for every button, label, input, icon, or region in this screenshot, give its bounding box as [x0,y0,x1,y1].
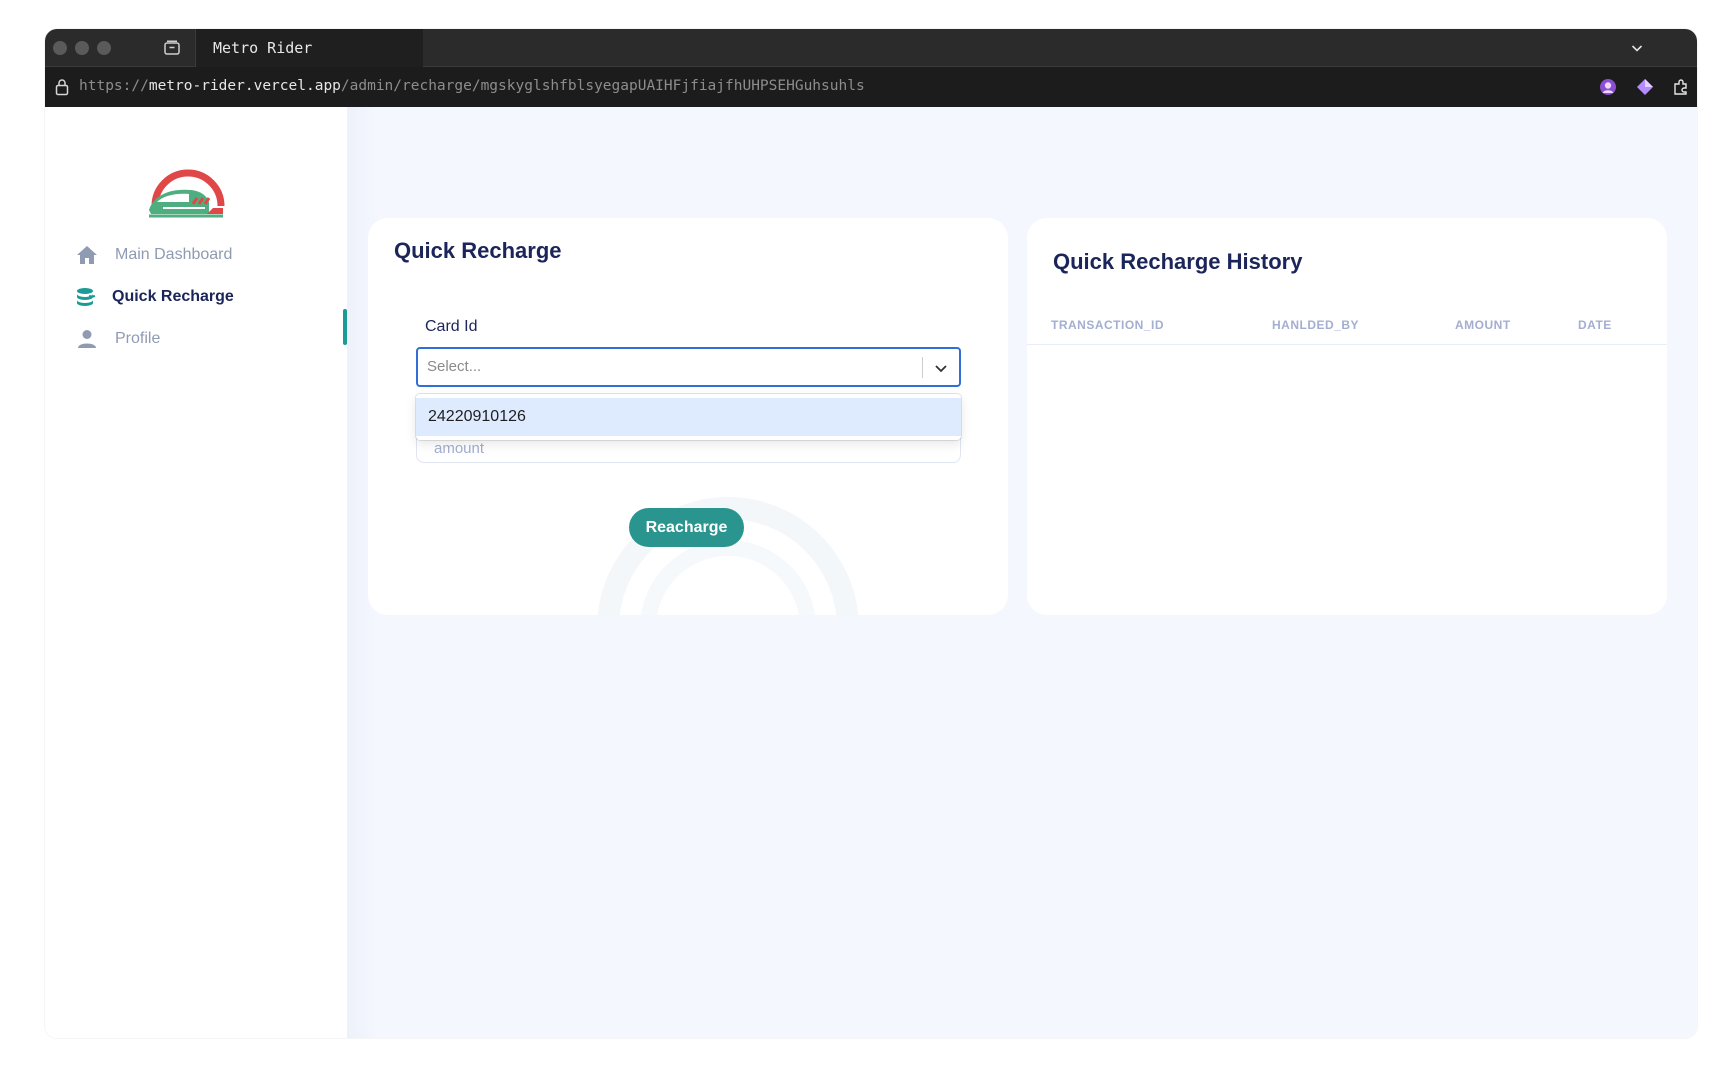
watermark-logo [597,497,859,615]
quick-recharge-card: Quick Recharge Card Id Select... 2422091… [368,218,1008,615]
card-id-label: Card Id [425,318,478,335]
tab-title: Metro Rider [213,39,313,57]
card-id-select[interactable]: Select... [416,347,961,387]
person-icon [76,328,98,350]
browser-titlebar: Metro Rider [45,29,1697,67]
column-header-handled-by[interactable]: HANLDED_BY [1272,318,1359,332]
extension-avatar-icon[interactable] [1599,78,1617,96]
sidebar-item-label: Main Dashboard [115,246,233,263]
minimize-window-button[interactable] [75,41,89,55]
maximize-window-button[interactable] [97,41,111,55]
extensions-puzzle-icon[interactable] [1672,78,1690,96]
card-title: Quick Recharge [394,238,562,263]
sidebar-item-label: Profile [115,330,161,347]
chevron-down-icon[interactable] [1629,40,1645,56]
tab-overview-icon[interactable] [163,39,181,57]
sidebar-item-quick-recharge[interactable]: Quick Recharge [74,282,234,312]
home-icon [76,244,98,266]
quick-recharge-history-card: Quick Recharge History TRANSACTION_ID HA… [1027,218,1667,615]
url-scheme: https:// [79,78,149,94]
url-path: /admin/recharge/mgskyglshfblsyegapUAIHFj… [340,78,865,94]
sidebar: Main Dashboard Quick Recharge Profile [45,107,347,1038]
url-text[interactable]: https://metro-rider.vercel.app/admin/rec… [79,78,865,94]
sidebar-item-label: Quick Recharge [112,288,234,305]
extension-diamond-icon[interactable] [1636,78,1654,96]
coins-icon [74,286,96,308]
browser-window: Metro Rider https://metro-rider.vercel.a… [45,29,1697,1038]
table-header-divider [1027,344,1667,345]
select-separator [922,357,923,378]
metro-train-logo [149,169,225,218]
column-header-date[interactable]: DATE [1578,318,1612,332]
address-bar[interactable]: https://metro-rider.vercel.app/admin/rec… [45,67,1697,107]
column-header-amount[interactable]: AMOUNT [1455,318,1511,332]
dropdown-option[interactable]: 24220910126 [416,398,961,436]
close-window-button[interactable] [53,41,67,55]
card-title: Quick Recharge History [1053,249,1303,274]
sidebar-item-profile[interactable]: Profile [76,324,160,354]
browser-tab[interactable]: Metro Rider [195,29,423,67]
sidebar-item-main-dashboard[interactable]: Main Dashboard [76,240,232,270]
recharge-button[interactable]: Reacharge [629,508,744,547]
url-host: metro-rider.vercel.app [148,78,341,94]
lock-icon [55,79,69,96]
chevron-down-icon[interactable] [932,359,950,377]
select-placeholder: Select... [427,358,482,375]
app-root: Main Dashboard Quick Recharge Profile Qu… [45,107,1697,1038]
column-header-transaction-id[interactable]: TRANSACTION_ID [1051,318,1164,332]
main-content: Quick Recharge Card Id Select... 2422091… [347,107,1697,1038]
card-id-dropdown-menu: 24220910126 [416,394,961,440]
